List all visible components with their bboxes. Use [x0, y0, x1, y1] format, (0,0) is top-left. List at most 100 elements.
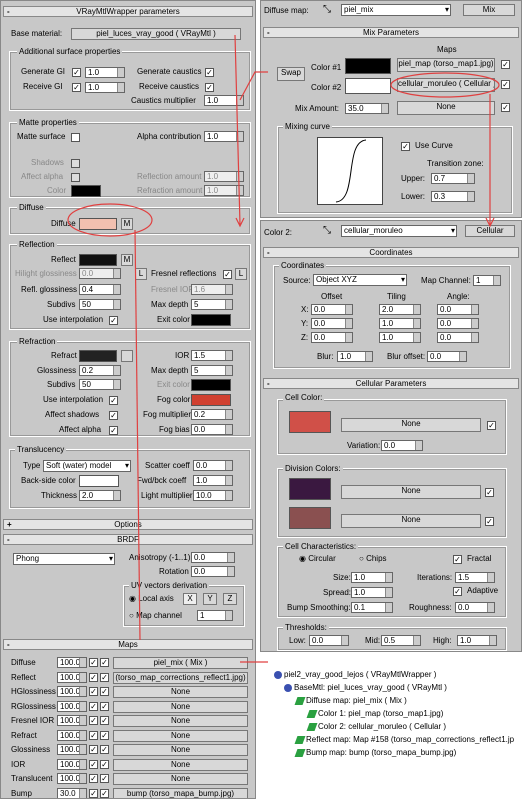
swap-button[interactable]: Swap — [277, 67, 305, 81]
fresnel-lock-button[interactable]: L — [235, 268, 247, 280]
lower-spinner[interactable]: 0.3 — [431, 191, 475, 202]
refl-max-depth-spinner[interactable]: 5 — [191, 299, 233, 310]
chips-radio[interactable]: ○ Chips — [359, 554, 387, 564]
reflect-map-button[interactable]: M — [121, 254, 133, 266]
refl-use-interp-checkbox[interactable]: ✓ — [109, 316, 118, 325]
matte-surface-checkbox[interactable] — [71, 133, 80, 142]
angle-z-spinner[interactable]: 0.0 — [437, 332, 479, 343]
refract-map-button[interactable] — [121, 350, 133, 362]
map-row-checkbox[interactable]: ✓ — [100, 788, 109, 798]
generate-gi-spinner[interactable]: 1.0 — [85, 67, 125, 78]
low-spinner[interactable]: 0.0 — [309, 635, 349, 646]
blur-spinner[interactable]: 1.0 — [337, 351, 373, 362]
map-row-checkbox[interactable]: ✓ — [100, 730, 109, 740]
axis-z-button[interactable]: Z — [223, 593, 237, 605]
receive-gi-spinner[interactable]: 1.0 — [85, 82, 125, 93]
scatter-coeff-spinner[interactable]: 0.0 — [193, 460, 233, 471]
base-material-button[interactable]: piel_luces_vray_good ( VRayMtl ) — [71, 28, 241, 40]
reflection-amount-spinner[interactable]: 1.0 — [204, 171, 244, 182]
fog-color-swatch[interactable] — [191, 394, 231, 406]
cell-color-map-button[interactable]: None — [341, 418, 481, 432]
map-row-checkbox[interactable]: ✓ — [100, 687, 109, 696]
map-row-map-button[interactable]: None — [113, 773, 248, 785]
map-row-checkbox[interactable]: ✓ — [89, 745, 98, 754]
map-row-checkbox[interactable]: ✓ — [100, 672, 109, 682]
tiling-x-spinner[interactable]: 2.0 — [379, 304, 421, 315]
cellular-type-button[interactable]: Cellular — [465, 225, 515, 237]
offset-z-spinner[interactable]: 0.0 — [311, 332, 353, 343]
cell-map-channel-spinner[interactable]: 1 — [473, 275, 501, 286]
map-row-checkbox[interactable]: ✓ — [89, 788, 98, 798]
diffuse-color-swatch[interactable] — [79, 218, 117, 230]
receive-caustics-checkbox[interactable]: ✓ — [205, 83, 214, 92]
rollout-options[interactable]: + Options — [3, 519, 253, 530]
angle-x-spinner[interactable]: 0.0 — [437, 304, 479, 315]
refr-exit-color-swatch[interactable] — [191, 379, 231, 391]
color2-map-checkbox[interactable]: ✓ — [501, 80, 510, 89]
map-channel-radio[interactable]: ○ Map channel — [129, 611, 182, 621]
thickness-spinner[interactable]: 2.0 — [79, 490, 121, 501]
tree-node-diffuse[interactable]: Diffuse map: piel_mix ( Mix ) — [294, 696, 407, 706]
map-row-amount[interactable]: 100.0 — [57, 686, 87, 697]
generate-caustics-checkbox[interactable]: ✓ — [205, 68, 214, 77]
blur-offset-spinner[interactable]: 0.0 — [427, 351, 467, 362]
color2-swatch[interactable] — [345, 78, 391, 94]
affect-alpha-checkbox[interactable] — [71, 173, 80, 182]
diffuse-map-button[interactable]: M — [121, 218, 133, 230]
map-row-amount[interactable]: 100.0 — [57, 657, 87, 668]
hilight-glossiness-spinner[interactable]: 0.0 — [79, 268, 121, 279]
cell-color-map-checkbox[interactable]: ✓ — [487, 421, 496, 430]
division-color1-map-button[interactable]: None — [341, 485, 481, 499]
affect-shadows-checkbox[interactable]: ✓ — [109, 411, 118, 420]
map-row-checkbox[interactable]: ✓ — [89, 759, 98, 769]
receive-gi-checkbox[interactable]: ✓ — [72, 83, 81, 92]
map-row-checkbox[interactable]: ✓ — [89, 672, 98, 682]
refr-subdivs-spinner[interactable]: 50 — [79, 379, 121, 390]
map-row-checkbox[interactable]: ✓ — [89, 730, 98, 740]
refl-glossiness-spinner[interactable]: 0.4 — [79, 284, 121, 295]
map-row-checkbox[interactable]: ✓ — [100, 759, 109, 769]
mix-amount-spinner[interactable]: 35.0 — [345, 103, 389, 114]
axis-x-button[interactable]: X — [183, 593, 197, 605]
map-row-map-button[interactable]: None — [113, 758, 248, 771]
map-row-map-button[interactable]: None — [113, 700, 248, 713]
tree-node-color1[interactable]: Color 1: piel_map (torso_map1.jpg) — [306, 709, 443, 719]
division-color2-map-checkbox[interactable]: ✓ — [485, 517, 494, 526]
map-row-checkbox[interactable]: ✓ — [89, 658, 98, 667]
fractal-checkbox[interactable]: ✓ — [453, 555, 462, 564]
backside-color-swatch[interactable] — [79, 475, 119, 487]
map-row-map-button[interactable]: None — [113, 729, 248, 742]
adaptive-checkbox[interactable]: ✓ — [453, 587, 462, 596]
caustics-multiplier-spinner[interactable]: 1.0 — [204, 95, 244, 106]
mix-amount-map-checkbox[interactable]: ✓ — [501, 103, 510, 112]
shadows-checkbox[interactable] — [71, 159, 80, 168]
cellular-name-field[interactable]: cellular_moruleo — [341, 225, 457, 237]
map-row-amount[interactable]: 100.0 — [57, 715, 87, 726]
map-row-checkbox[interactable]: ✓ — [100, 745, 109, 754]
map-row-map-button[interactable]: bump (torso_mapa_bump.jpg) — [113, 787, 248, 798]
map-channel-spinner[interactable]: 1 — [197, 610, 233, 621]
fog-multiplier-spinner[interactable]: 0.2 — [191, 409, 233, 420]
bump-smoothing-spinner[interactable]: 0.1 — [351, 602, 393, 613]
color2-map-button[interactable]: cellular_moruleo ( Cellular ) — [397, 78, 495, 92]
offset-x-spinner[interactable]: 0.0 — [311, 304, 353, 315]
offset-y-spinner[interactable]: 0.0 — [311, 318, 353, 329]
refraction-amount-spinner[interactable]: 1.0 — [204, 185, 244, 196]
mix-amount-map-button[interactable]: None — [397, 101, 495, 115]
refr-max-depth-spinner[interactable]: 5 — [191, 365, 233, 376]
map-row-checkbox[interactable]: ✓ — [89, 687, 98, 696]
tree-node-wrapper[interactable]: piel2_vray_good_lejos ( VRayMtlWrapper ) — [274, 670, 436, 680]
map-row-map-button[interactable]: None — [113, 744, 248, 756]
refr-use-interp-checkbox[interactable]: ✓ — [109, 396, 118, 405]
map-row-map-button[interactable]: (torso_map_corrections_reflect1.jpg) — [113, 671, 248, 684]
refr-affect-alpha-checkbox[interactable]: ✓ — [109, 426, 118, 435]
map-row-amount[interactable]: 100.0 — [57, 744, 87, 755]
map-row-checkbox[interactable]: ✓ — [89, 701, 98, 711]
use-curve-checkbox[interactable]: ✓ — [401, 142, 410, 151]
rollout-wrapper-params[interactable]: - VRayMtlWrapper parameters — [3, 6, 253, 17]
map-row-amount[interactable]: 30.0 — [57, 787, 87, 798]
variation-spinner[interactable]: 0.0 — [381, 440, 423, 451]
division-color1-map-checkbox[interactable]: ✓ — [485, 488, 494, 497]
source-dropdown[interactable]: Object XYZ — [313, 274, 407, 286]
generate-gi-checkbox[interactable]: ✓ — [72, 68, 81, 77]
